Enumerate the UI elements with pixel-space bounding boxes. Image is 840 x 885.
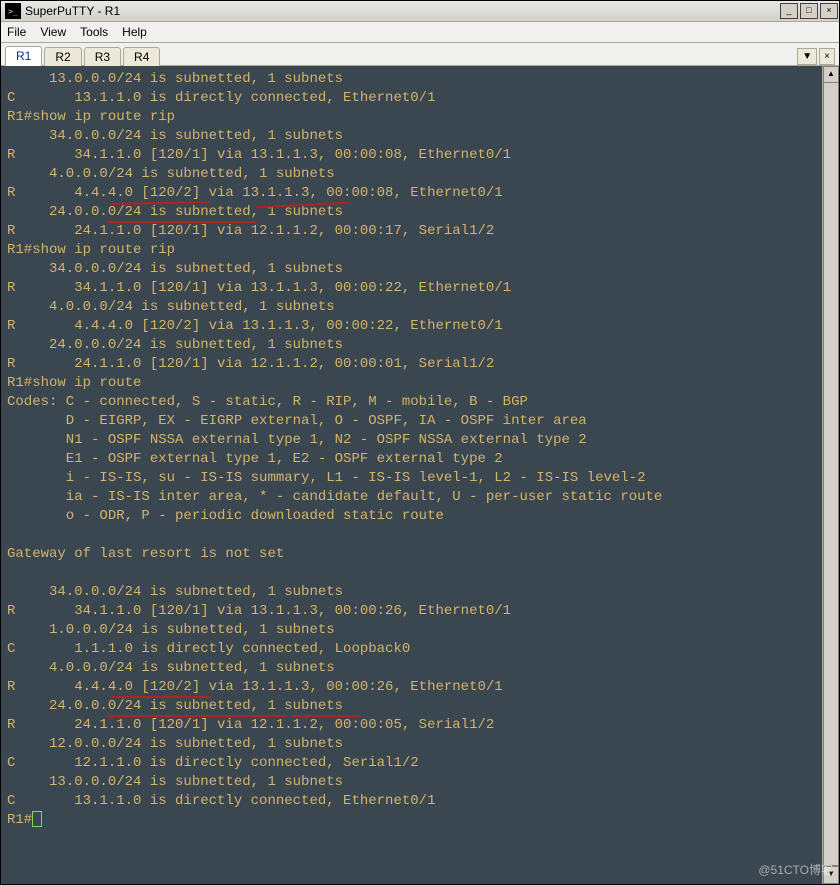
terminal-line: 13.0.0.0/24 is subnetted, 1 subnets bbox=[7, 773, 822, 792]
terminal-line: 4.0.0.0/24 is subnetted, 1 subnets bbox=[7, 165, 822, 184]
scroll-down-icon[interactable]: ▼ bbox=[823, 866, 839, 884]
terminal-line: 1.0.0.0/24 is subnetted, 1 subnets bbox=[7, 621, 822, 640]
terminal-line: R1#show ip route rip bbox=[7, 241, 822, 260]
terminal-line: ia - IS-IS inter area, * - candidate def… bbox=[7, 488, 822, 507]
maximize-button[interactable]: □ bbox=[800, 3, 818, 19]
minimize-button[interactable]: _ bbox=[780, 3, 798, 19]
terminal-line: R1#show ip route bbox=[7, 374, 822, 393]
terminal-line: R 34.1.1.0 [120/1] via 13.1.1.3, 00:00:2… bbox=[7, 602, 822, 621]
terminal-line: 4.0.0.0/24 is subnetted, 1 subnets bbox=[7, 298, 822, 317]
app-icon bbox=[5, 3, 21, 19]
terminal-line: 24.0.0.0/24 is subnetted, 1 subnets bbox=[7, 697, 822, 716]
terminal-line: R 4.4.4.0 [120/2] via 13.1.1.3, 00:00:26… bbox=[7, 678, 822, 697]
terminal-line: o - ODR, P - periodic downloaded static … bbox=[7, 507, 822, 526]
terminal-line: 24.0.0.0/24 is subnetted, 1 subnets bbox=[7, 203, 822, 222]
terminal-line: R 34.1.1.0 [120/1] via 13.1.1.3, 00:00:0… bbox=[7, 146, 822, 165]
terminal-prompt: R1# bbox=[7, 812, 32, 828]
terminal-line: 34.0.0.0/24 is subnetted, 1 subnets bbox=[7, 127, 822, 146]
terminal-line: 34.0.0.0/24 is subnetted, 1 subnets bbox=[7, 260, 822, 279]
terminal-prompt-line: R1# bbox=[7, 811, 822, 830]
app-window: SuperPuTTY - R1 _ □ × File View Tools He… bbox=[0, 0, 840, 885]
annotation-underline-3 bbox=[107, 221, 257, 223]
tab-r4[interactable]: R4 bbox=[123, 47, 160, 66]
window-controls: _ □ × bbox=[779, 2, 839, 20]
tab-r3[interactable]: R3 bbox=[84, 47, 121, 66]
tab-dropdown-icon[interactable]: ▼ bbox=[797, 48, 817, 65]
terminal-line: C 13.1.1.0 is directly connected, Ethern… bbox=[7, 89, 822, 108]
tab-r1[interactable]: R1 bbox=[5, 46, 42, 66]
terminal-line: C 12.1.1.0 is directly connected, Serial… bbox=[7, 754, 822, 773]
terminal-line: i - IS-IS, su - IS-IS summary, L1 - IS-I… bbox=[7, 469, 822, 488]
tab-r2[interactable]: R2 bbox=[44, 47, 81, 66]
terminal-line: Gateway of last resort is not set bbox=[7, 545, 822, 564]
terminal-line: 12.0.0.0/24 is subnetted, 1 subnets bbox=[7, 735, 822, 754]
menu-bar: File View Tools Help bbox=[1, 22, 839, 43]
terminal-line: R 24.1.1.0 [120/1] via 12.1.1.2, 00:00:0… bbox=[7, 716, 822, 735]
menu-help[interactable]: Help bbox=[122, 25, 147, 39]
close-button[interactable]: × bbox=[820, 3, 838, 19]
terminal-line: R 24.1.1.0 [120/1] via 12.1.1.2, 00:00:1… bbox=[7, 222, 822, 241]
terminal-line: 4.0.0.0/24 is subnetted, 1 subnets bbox=[7, 659, 822, 678]
terminal-line: 24.0.0.0/24 is subnetted, 1 subnets bbox=[7, 336, 822, 355]
terminal-line: 34.0.0.0/24 is subnetted, 1 subnets bbox=[7, 583, 822, 602]
terminal-line: R 24.1.1.0 [120/1] via 12.1.1.2, 00:00:0… bbox=[7, 355, 822, 374]
terminal-line: Codes: C - connected, S - static, R - RI… bbox=[7, 393, 822, 412]
menu-view[interactable]: View bbox=[40, 25, 66, 39]
terminal-line: R 34.1.1.0 [120/1] via 13.1.1.3, 00:00:2… bbox=[7, 279, 822, 298]
title-bar[interactable]: SuperPuTTY - R1 _ □ × bbox=[1, 1, 839, 22]
scroll-track[interactable] bbox=[823, 84, 839, 866]
terminal-scrollbar[interactable]: ▲ ▼ bbox=[822, 66, 839, 884]
menu-file[interactable]: File bbox=[7, 25, 26, 39]
terminal-line: R 4.4.4.0 [120/2] via 13.1.1.3, 00:00:22… bbox=[7, 317, 822, 336]
terminal-line: 13.0.0.0/24 is subnetted, 1 subnets bbox=[7, 70, 822, 89]
tab-bar: R1 R2 R3 R4 ▼ × bbox=[1, 43, 839, 66]
terminal-line: C 1.1.1.0 is directly connected, Loopbac… bbox=[7, 640, 822, 659]
terminal-line bbox=[7, 564, 822, 583]
annotation-underline-6 bbox=[291, 715, 361, 717]
terminal-cursor bbox=[32, 811, 42, 827]
terminal-line: N1 - OSPF NSSA external type 1, N2 - OSP… bbox=[7, 431, 822, 450]
window-title: SuperPuTTY - R1 bbox=[25, 4, 779, 18]
terminal-line bbox=[7, 526, 822, 545]
terminal-line: R1#show ip route rip bbox=[7, 108, 822, 127]
terminal-line: R 4.4.4.0 [120/2] via 13.1.1.3, 00:00:08… bbox=[7, 184, 822, 203]
terminal-output[interactable]: 13.0.0.0/24 is subnetted, 1 subnetsC 13.… bbox=[1, 66, 822, 884]
terminal-line: E1 - OSPF external type 1, E2 - OSPF ext… bbox=[7, 450, 822, 469]
annotation-underline-5 bbox=[107, 715, 287, 717]
terminal-line: C 13.1.1.0 is directly connected, Ethern… bbox=[7, 792, 822, 811]
annotation-underline-4 bbox=[111, 696, 211, 698]
tab-close-icon[interactable]: × bbox=[819, 48, 835, 65]
terminal-line: D - EIGRP, EX - EIGRP external, O - OSPF… bbox=[7, 412, 822, 431]
scroll-thumb[interactable] bbox=[823, 82, 839, 866]
menu-tools[interactable]: Tools bbox=[80, 25, 108, 39]
